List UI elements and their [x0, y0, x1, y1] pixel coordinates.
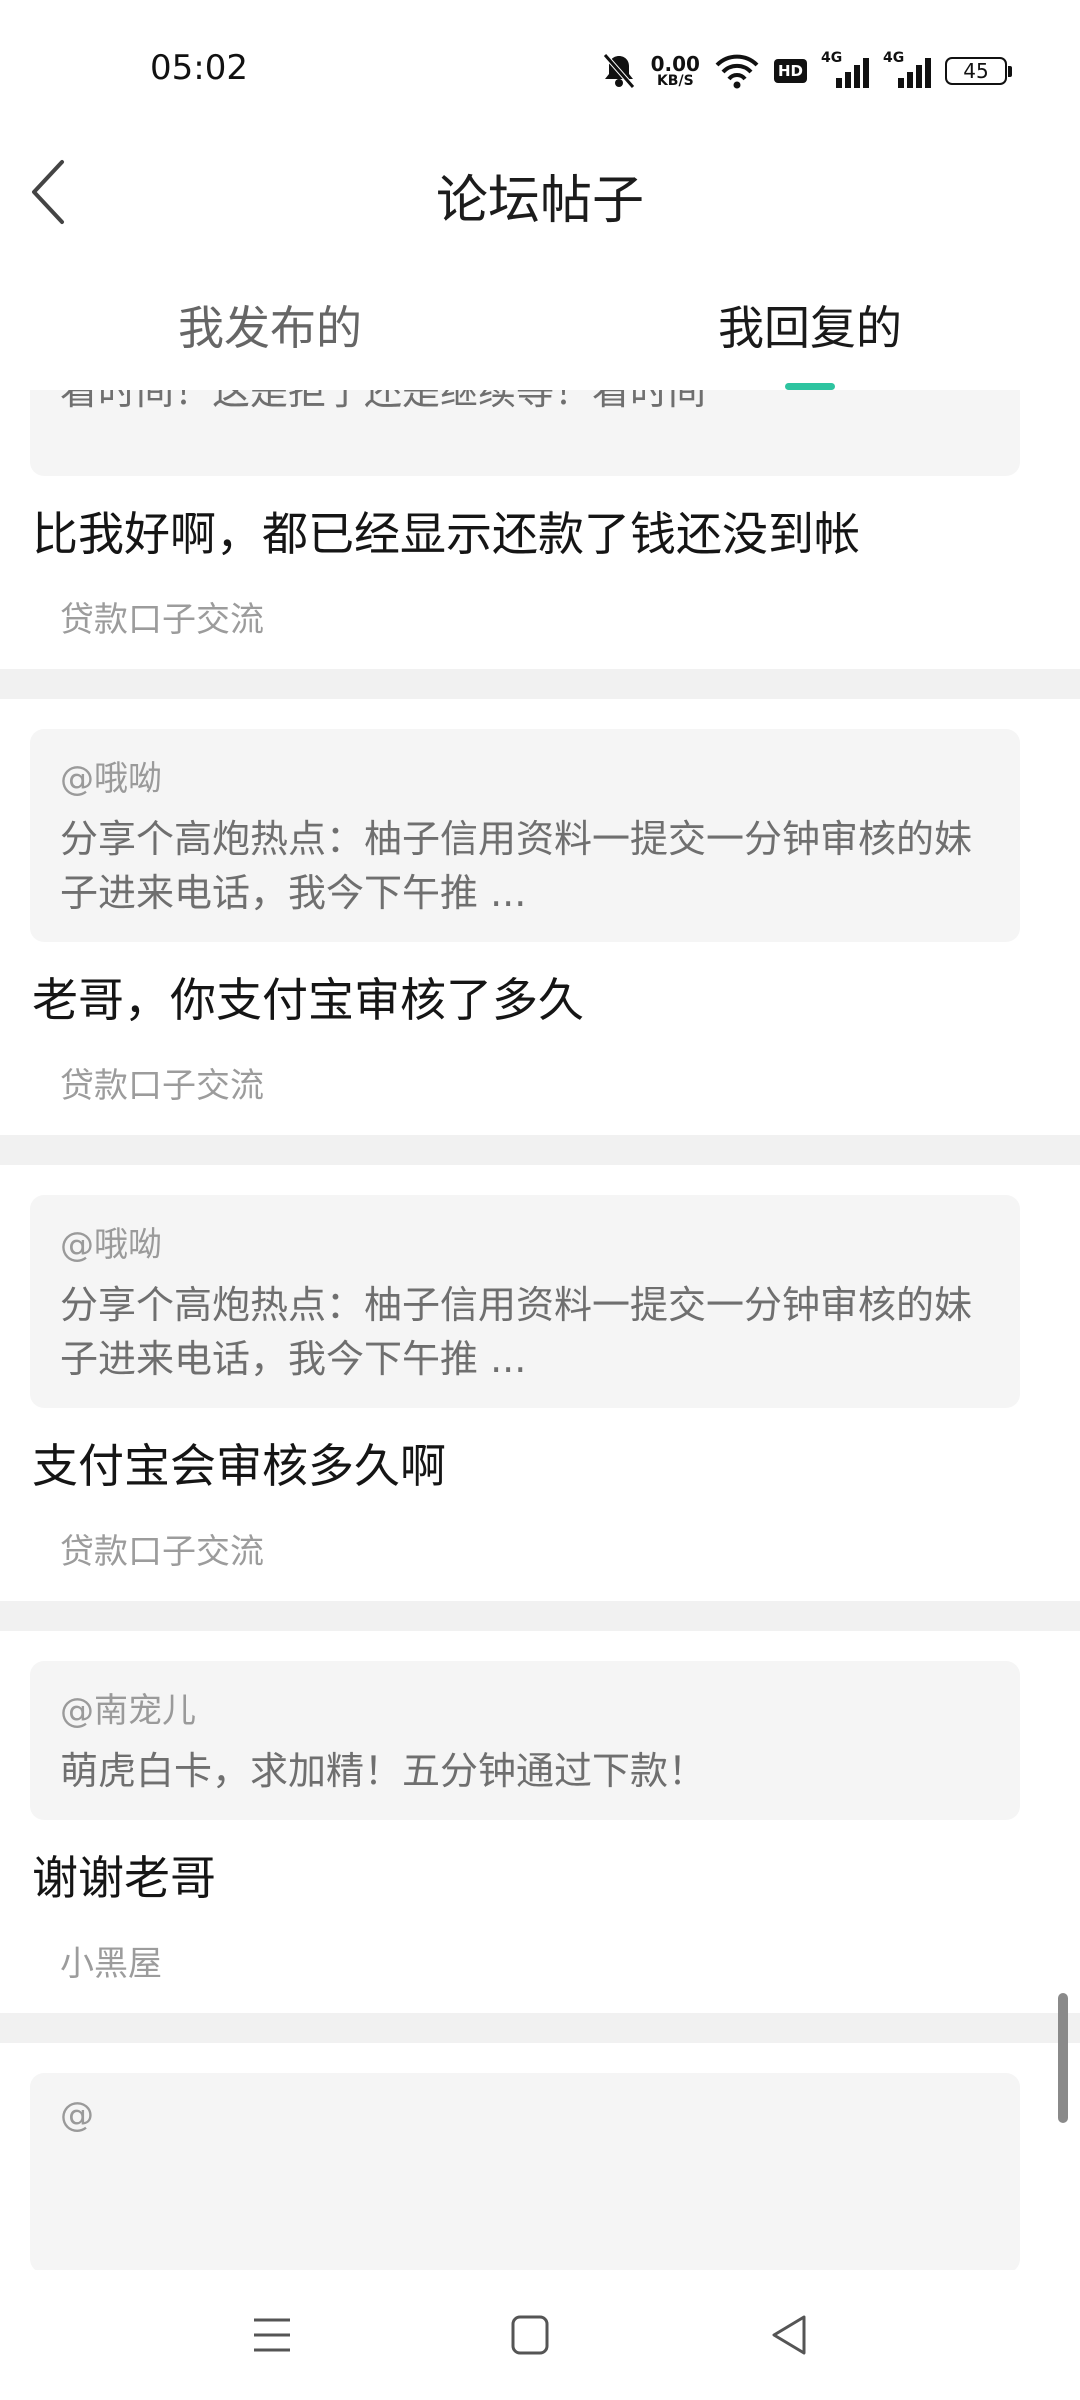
- tab-label: 我发布的: [178, 301, 362, 355]
- tab-my-posts[interactable]: 我发布的: [0, 252, 540, 390]
- quoted-text: 看时间！这是拒了还是继续等！看时间: [60, 390, 707, 413]
- quoted-post[interactable]: @哦呦 分享个高炮热点：柚子信用资料一提交一分钟审核的妹子进来电话，我今下午推 …: [30, 1195, 1020, 1408]
- quoted-post[interactable]: @: [30, 2073, 1020, 2270]
- quoted-text: 萌虎白卡，求加精！五分钟通过下款！: [60, 1749, 707, 1793]
- list-item[interactable]: @: [0, 2043, 1080, 2270]
- scrollbar-thumb[interactable]: [1058, 1993, 1068, 2123]
- status-icons: 0.00 KB/S HD 4G 4G 45: [601, 50, 1012, 92]
- tab-label: 我回复的: [718, 301, 902, 355]
- divider: [0, 2013, 1080, 2043]
- forum-name[interactable]: 小黑屋: [0, 1920, 1080, 2013]
- list-item[interactable]: 看时间！这是拒了还是继续等！看时间 比我好啊，都已经显示还款了钱还没到帐 贷款口…: [0, 390, 1080, 669]
- page-title: 论坛帖子: [435, 171, 644, 231]
- mention-user: @: [60, 2095, 94, 2135]
- quoted-text: 分享个高炮热点：柚子信用资料一提交一分钟审核的妹子进来电话，我今下午推 ...: [60, 1283, 973, 1381]
- wifi-icon: [715, 54, 759, 89]
- menu-icon: [254, 2318, 290, 2352]
- list-item[interactable]: @哦呦 分享个高炮热点：柚子信用资料一提交一分钟审核的妹子进来电话，我今下午推 …: [0, 1165, 1080, 1601]
- quoted-post[interactable]: @南⁣宠儿 萌虎白卡，求加精！五分钟通过下款！: [30, 1661, 1020, 1820]
- reply-text: 老哥，你支付宝审核了多久: [32, 973, 584, 1027]
- mention-user: @南⁣宠儿: [60, 1691, 196, 1731]
- hd-badge: HD: [773, 59, 807, 83]
- reply-text: 比我好啊，都已经显示还款了钱还没到帐: [32, 507, 860, 561]
- forum-name[interactable]: 贷款口子交流: [0, 1042, 1080, 1135]
- forum-name[interactable]: 贷款口子交流: [0, 1508, 1080, 1601]
- battery-icon: 45: [945, 57, 1012, 85]
- triangle-back-icon: [772, 2315, 806, 2355]
- quoted-text: 分享个高炮热点：柚子信用资料一提交一分钟审核的妹子进来电话，我今下午推 ...: [60, 817, 973, 915]
- reply-text: 支付宝会审核多久啊: [32, 1439, 446, 1493]
- net-speed: 0.00 KB/S: [650, 52, 700, 89]
- quoted-post[interactable]: 看时间！这是拒了还是继续等！看时间: [30, 390, 1020, 476]
- divider: [0, 669, 1080, 699]
- mute-bell-icon: [602, 53, 635, 89]
- system-nav-bar: [0, 2270, 1080, 2400]
- list-item[interactable]: @南⁣宠儿 萌虎白卡，求加精！五分钟通过下款！ 谢谢老哥 小黑屋: [0, 1631, 1080, 2013]
- signal-4g-icon: 4G: [821, 50, 869, 88]
- reply-list[interactable]: 看时间！这是拒了还是继续等！看时间 比我好啊，都已经显示还款了钱还没到帐 贷款口…: [0, 390, 1080, 2270]
- signal-4g-icon-2: 4G: [883, 50, 931, 88]
- tab-my-replies[interactable]: 我回复的: [540, 252, 1080, 390]
- tab-bar: 我发布的 我回复的: [0, 252, 1080, 390]
- status-bar: 05:02 0.00 KB/S HD 4G 4G 45: [0, 0, 1080, 140]
- back-nav-button[interactable]: [760, 2308, 820, 2362]
- forum-name[interactable]: 贷款口子交流: [0, 576, 1080, 669]
- list-item[interactable]: @哦呦 分享个高炮热点：柚子信用资料一提交一分钟审核的妹子进来电话，我今下午推 …: [0, 699, 1080, 1135]
- active-tab-indicator: [785, 383, 835, 390]
- square-home-icon: [511, 2315, 549, 2355]
- reply-text: 谢谢老哥: [32, 1851, 216, 1905]
- home-button[interactable]: [500, 2308, 560, 2362]
- mention-user: @哦呦: [60, 759, 162, 799]
- menu-button[interactable]: [242, 2308, 302, 2362]
- divider: [0, 1601, 1080, 1631]
- divider: [0, 1135, 1080, 1165]
- mention-user: @哦呦: [60, 1225, 162, 1265]
- status-time: 05:02: [150, 48, 248, 88]
- quoted-post[interactable]: @哦呦 分享个高炮热点：柚子信用资料一提交一分钟审核的妹子进来电话，我今下午推 …: [30, 729, 1020, 942]
- app-header: 论坛帖子: [0, 140, 1080, 250]
